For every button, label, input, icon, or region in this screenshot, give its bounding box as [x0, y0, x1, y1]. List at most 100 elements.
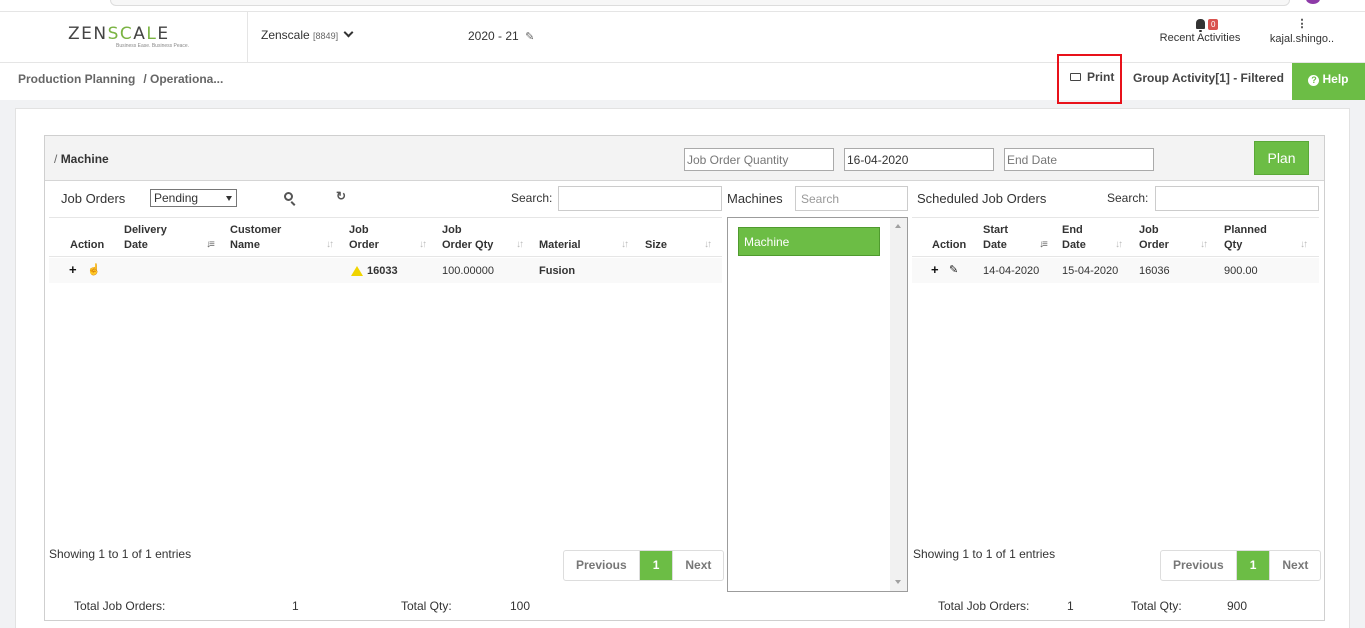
scheduled-pagination: Previous 1 Next [1160, 550, 1322, 581]
job-orders-table-header: Action Delivery Date ↓≡ Customer Name ↓↑ J… [49, 217, 722, 257]
fiscal-year-value: 2020 - 21 [468, 29, 519, 43]
sort-icon[interactable]: ↓↑ [704, 239, 712, 250]
company-name: Zenscale [261, 28, 310, 42]
total-qty-label: Total Qty: [401, 599, 452, 613]
job-orders-pagination: Previous 1 Next [563, 550, 725, 581]
next-page-button[interactable]: Next [672, 551, 723, 580]
help-button[interactable]: ? Help [1292, 63, 1365, 100]
col-material[interactable]: Material [539, 238, 581, 253]
col-delivery-date[interactable]: Delivery Date [124, 223, 167, 253]
breadcrumb-operational[interactable]: / Operationa... [143, 72, 223, 86]
cell-job-order[interactable]: 16036 [1139, 265, 1170, 277]
table-row[interactable]: + ✎ 14-04-2020 15-04-2020 16036 900.00 [912, 258, 1319, 283]
sub-navbar: Production Planning / Operationa... Print… [0, 54, 1365, 104]
print-button[interactable]: Print [1070, 70, 1114, 84]
cell-material: Fusion [539, 265, 576, 277]
help-label: Help [1322, 72, 1349, 86]
scroll-down-icon[interactable] [895, 580, 901, 584]
machine-planning-panel: / Machine Plan Job Orders Pending ↻ Sear… [44, 135, 1325, 621]
job-order-quantity-input[interactable] [684, 148, 834, 171]
sort-icon[interactable]: ↓↑ [1115, 239, 1123, 250]
add-icon[interactable]: + [931, 262, 939, 277]
job-orders-search-input[interactable] [558, 186, 722, 211]
print-label: Print [1087, 70, 1115, 84]
status-filter-value: Pending [154, 191, 199, 205]
machine-item[interactable]: Machine [738, 227, 880, 256]
sort-icon[interactable]: ↓↑ [621, 239, 629, 250]
user-menu[interactable]: ⋮ kajal.shingo.. [1266, 18, 1338, 46]
total-job-orders-value: 1 [292, 599, 299, 613]
job-orders-showing-info: Showing 1 to 1 of 1 entries [49, 547, 192, 561]
pencil-icon[interactable]: ✎ [949, 263, 958, 276]
hand-pointer-icon[interactable]: ☝ [87, 263, 101, 276]
recent-activities-label: Recent Activities [1159, 32, 1241, 44]
scheduled-job-orders-title: Scheduled Job Orders [917, 191, 1047, 206]
col-planned-qty[interactable]: Planned Qty [1224, 223, 1267, 253]
cell-job-order-qty: 100.00000 [442, 265, 494, 277]
col-job-order[interactable]: Job Order [349, 223, 379, 253]
col-start-date[interactable]: Start Date [983, 223, 1008, 253]
search-icon[interactable] [284, 192, 293, 201]
page-1-button[interactable]: 1 [1235, 551, 1270, 580]
scroll-up-icon[interactable] [895, 224, 901, 228]
company-code: [8849] [313, 31, 339, 41]
printer-icon [1070, 73, 1081, 81]
job-orders-title: Job Orders [61, 191, 126, 206]
table-row[interactable]: + ☝ 16033 100.00000 Fusion [49, 258, 722, 283]
previous-page-button[interactable]: Previous [1161, 551, 1236, 580]
scheduled-total-qty-value: 900 [1227, 599, 1248, 613]
address-bar[interactable] [110, 0, 1290, 6]
sort-icon[interactable]: ↓≡ [1039, 239, 1048, 250]
machines-scrollbar[interactable] [890, 218, 907, 591]
col-customer-name[interactable]: Customer Name [230, 223, 281, 253]
browser-top-strip [0, 0, 1365, 11]
scheduled-total-job-orders-label: Total Job Orders: [938, 599, 1030, 613]
col-job-order-qty[interactable]: Job Order Qty [442, 223, 493, 253]
bell-icon [1195, 19, 1205, 32]
sort-icon[interactable]: ↓↑ [516, 239, 524, 250]
start-date-input[interactable] [844, 148, 994, 171]
add-icon[interactable]: + [69, 262, 77, 277]
panel-header: / Machine Plan [45, 136, 1324, 181]
col-size[interactable]: Size [645, 238, 667, 253]
page-1-button[interactable]: 1 [638, 551, 673, 580]
profile-avatar[interactable] [1306, 0, 1320, 4]
zenscale-logo: ZENSCALE [68, 24, 170, 44]
previous-page-button[interactable]: Previous [564, 551, 639, 580]
breadcrumb: Production Planning / Operationa... [18, 72, 223, 86]
plan-button[interactable]: Plan [1254, 141, 1309, 175]
recent-activities[interactable]: 0 Recent Activities [1157, 19, 1243, 44]
end-date-input[interactable] [1004, 148, 1154, 171]
total-qty-value: 100 [510, 599, 531, 613]
edit-icon[interactable]: ✎ [525, 30, 534, 43]
logo-tagline: Business Ease. Business Peace. [116, 43, 190, 49]
scheduled-total-qty-label: Total Qty: [1131, 599, 1182, 613]
kebab-menu-icon: ⋮ [1296, 18, 1308, 30]
notification-badge: 0 [1208, 19, 1219, 30]
sort-icon[interactable]: ↓↑ [419, 239, 427, 250]
fiscal-year[interactable]: 2020 - 21 ✎ [468, 29, 534, 43]
sort-icon[interactable]: ↓↑ [326, 239, 334, 250]
sort-icon[interactable]: ↓≡ [206, 239, 215, 250]
breadcrumb-production-planning[interactable]: Production Planning [18, 72, 135, 86]
question-icon: ? [1308, 75, 1320, 86]
scheduled-table-header: Action Start Date ↓≡ End Date ↓↑ Job Order … [912, 217, 1319, 257]
caret-down-icon [226, 196, 232, 201]
refresh-icon[interactable]: ↻ [336, 189, 346, 203]
cell-job-order[interactable]: 16033 [367, 265, 398, 277]
total-job-orders-label: Total Job Orders: [74, 599, 166, 613]
job-orders-search-label: Search: [511, 191, 553, 205]
group-activity-filter[interactable]: Group Activity[1] - Filtered [1133, 71, 1284, 85]
machines-search-input[interactable] [795, 186, 908, 211]
sort-icon[interactable]: ↓↑ [1200, 239, 1208, 250]
sort-icon[interactable]: ↓↑ [1300, 239, 1308, 250]
col-job-order[interactable]: Job Order [1139, 223, 1169, 253]
next-page-button[interactable]: Next [1269, 551, 1320, 580]
logo-area[interactable]: ZENSCALE Business Ease. Business Peace. [0, 12, 248, 63]
company-selector[interactable]: Zenscale [8849] [261, 27, 354, 42]
scheduled-search-input[interactable] [1155, 186, 1319, 211]
warning-icon [351, 266, 363, 276]
app-header: ZENSCALE Business Ease. Business Peace. … [0, 11, 1365, 63]
col-end-date[interactable]: End Date [1062, 223, 1086, 253]
status-filter-select[interactable]: Pending [150, 189, 237, 207]
